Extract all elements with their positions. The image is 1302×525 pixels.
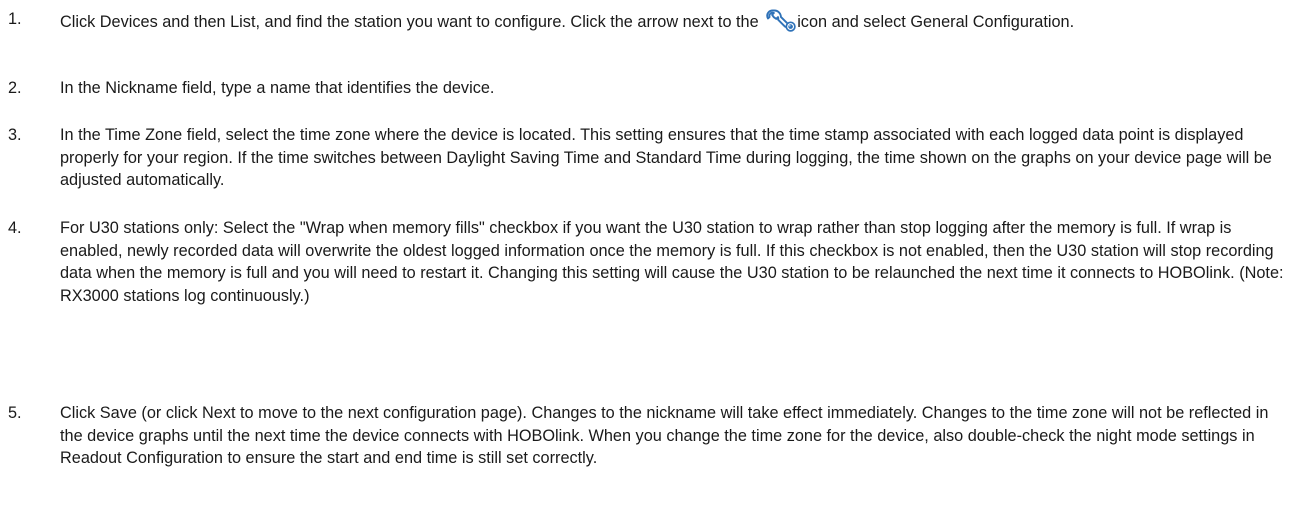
step-text: Click Devices and then List, and find th…	[60, 8, 1285, 34]
step-number: 4.	[8, 219, 22, 237]
step-number: 5.	[8, 404, 22, 422]
step-text: Click Save (or click Next to move to the…	[60, 404, 1269, 467]
step-number: 2.	[8, 79, 22, 97]
step-text: For U30 stations only: Select the "Wrap …	[60, 219, 1284, 305]
step-text: In the Nickname field, type a name that …	[60, 79, 495, 97]
step-text: In the Time Zone field, select the time …	[60, 126, 1272, 189]
step-text-before-icon: Click Devices and then List, and find th…	[60, 13, 764, 31]
step-number: 3.	[8, 126, 22, 144]
wrench-icon	[765, 8, 796, 32]
step-text-after-icon: icon and select General Configuration.	[797, 13, 1075, 31]
step-number: 1.	[8, 10, 22, 28]
